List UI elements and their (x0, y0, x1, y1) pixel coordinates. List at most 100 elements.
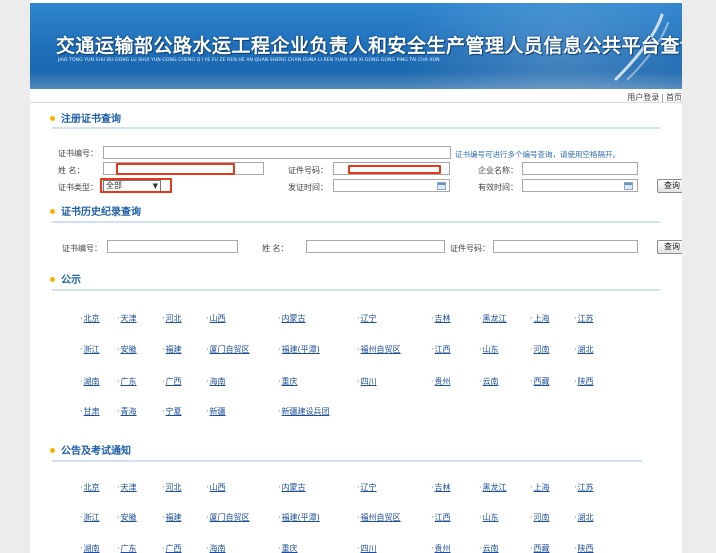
region-link[interactable]: 四川 (357, 543, 377, 553)
link-separator: | (661, 93, 664, 102)
calendar-icon[interactable] (437, 182, 446, 190)
region-link[interactable]: 海南 (206, 543, 226, 553)
region-link[interactable]: 山东 (479, 344, 499, 355)
region-link[interactable]: 云南 (479, 543, 499, 553)
region-link[interactable]: 江西 (431, 512, 451, 523)
region-link[interactable]: 厦门自贸区 (206, 344, 250, 355)
valid-date-label: 有效时间： (478, 183, 518, 192)
region-link[interactable]: 西藏 (530, 376, 550, 387)
region-link[interactable]: 云南 (479, 376, 499, 387)
cert-type-label: 证书类型： (58, 183, 98, 192)
cert-query-button[interactable]: 查询 (657, 179, 682, 193)
issue-date-input[interactable] (333, 179, 450, 192)
region-link[interactable]: 江苏 (574, 313, 594, 324)
cert-no-input[interactable] (103, 146, 451, 159)
region-link[interactable]: 福建 (162, 512, 182, 523)
annotation-highlight (348, 165, 441, 174)
region-link[interactable]: 福建(平潭) (278, 512, 320, 523)
region-link[interactable]: 天津 (117, 482, 137, 493)
region-link[interactable]: 福州自贸区 (357, 512, 401, 523)
region-link[interactable]: 天津 (117, 313, 137, 324)
history-id-label: 证件号码： (450, 244, 490, 253)
region-link[interactable]: 河南 (530, 344, 550, 355)
region-link[interactable]: 江西 (431, 344, 451, 355)
region-link[interactable]: 新疆建设兵团 (278, 406, 330, 417)
region-link[interactable]: 陕西 (574, 376, 594, 387)
section-divider (52, 460, 642, 462)
region-link[interactable]: 福建 (162, 344, 182, 355)
region-link[interactable]: 青海 (117, 406, 137, 417)
section-title: 公示 (61, 275, 81, 286)
company-input[interactable] (522, 162, 638, 175)
region-link[interactable]: 四川 (357, 376, 377, 387)
region-link[interactable]: 河北 (162, 313, 182, 324)
region-link[interactable]: 湖北 (574, 512, 594, 523)
region-link[interactable]: 重庆 (278, 543, 298, 553)
section-divider (52, 127, 660, 129)
bullet-icon (50, 208, 55, 214)
section-cert-query: 注册证书查询 (50, 110, 121, 125)
region-link[interactable]: 湖南 (80, 543, 100, 553)
section-divider (52, 221, 660, 223)
region-link[interactable]: 北京 (80, 313, 100, 324)
region-link[interactable]: 广西 (162, 376, 182, 387)
region-link[interactable]: 新疆 (206, 406, 226, 417)
region-link[interactable]: 湖南 (80, 376, 100, 387)
region-link[interactable]: 广东 (117, 543, 137, 553)
region-link[interactable]: 上海 (530, 482, 550, 493)
region-link[interactable]: 广西 (162, 543, 182, 553)
region-link[interactable]: 江苏 (574, 482, 594, 493)
calendar-icon[interactable] (624, 182, 633, 190)
login-link[interactable]: 用户登录 (627, 93, 659, 102)
company-label: 企业名称： (478, 166, 518, 175)
region-link[interactable]: 海南 (206, 376, 226, 387)
region-link[interactable]: 重庆 (278, 376, 298, 387)
region-link[interactable]: 浙江 (80, 512, 100, 523)
region-link[interactable]: 吉林 (431, 482, 451, 493)
region-link[interactable]: 河南 (530, 512, 550, 523)
site-title: 交通运输部公路水运工程企业负责人和安全生产管理人员信息公共平台查询 (56, 35, 682, 57)
region-link[interactable]: 安徽 (117, 344, 137, 355)
valid-date-input[interactable] (522, 179, 638, 192)
region-link[interactable]: 山西 (206, 482, 226, 493)
region-link[interactable]: 山西 (206, 313, 226, 324)
region-link[interactable]: 安徽 (117, 512, 137, 523)
section-notice: 公示 (50, 271, 81, 286)
bullet-icon (50, 115, 55, 121)
region-link[interactable]: 湖北 (574, 344, 594, 355)
history-name-input[interactable] (306, 240, 445, 253)
region-link[interactable]: 福建(平潭) (278, 344, 320, 355)
history-cert-no-input[interactable] (107, 240, 238, 253)
region-link[interactable]: 吉林 (431, 313, 451, 324)
region-link[interactable]: 陕西 (574, 543, 594, 553)
region-link[interactable]: 西藏 (530, 543, 550, 553)
region-link[interactable]: 宁夏 (162, 406, 182, 417)
region-link[interactable]: 河北 (162, 482, 182, 493)
region-link[interactable]: 上海 (530, 313, 550, 324)
bullet-icon (50, 447, 55, 453)
region-link[interactable]: 山东 (479, 512, 499, 523)
region-link[interactable]: 广东 (117, 376, 137, 387)
section-title: 证书历史纪录查询 (61, 207, 141, 218)
region-link[interactable]: 浙江 (80, 344, 100, 355)
region-link[interactable]: 甘肃 (80, 406, 100, 417)
region-link[interactable]: 福州自贸区 (357, 344, 401, 355)
region-link[interactable]: 贵州 (431, 376, 451, 387)
history-id-input[interactable] (493, 240, 638, 253)
region-link[interactable]: 辽宁 (357, 482, 377, 493)
region-link[interactable]: 内蒙古 (278, 482, 306, 493)
home-link[interactable]: 首页 (666, 93, 682, 102)
region-link[interactable]: 黑龙江 (479, 313, 507, 324)
section-divider (52, 289, 660, 291)
annotation-highlight (100, 178, 172, 193)
id-no-label: 证件号码： (288, 166, 328, 175)
section-history-query: 证书历史纪录查询 (50, 203, 141, 218)
region-link[interactable]: 辽宁 (357, 313, 377, 324)
history-query-button[interactable]: 查询 (657, 240, 682, 254)
region-link[interactable]: 内蒙古 (278, 313, 306, 324)
region-link[interactable]: 北京 (80, 482, 100, 493)
history-cert-no-label: 证书编号： (62, 244, 102, 253)
region-link[interactable]: 黑龙江 (479, 482, 507, 493)
region-link[interactable]: 贵州 (431, 543, 451, 553)
region-link[interactable]: 厦门自贸区 (206, 512, 250, 523)
